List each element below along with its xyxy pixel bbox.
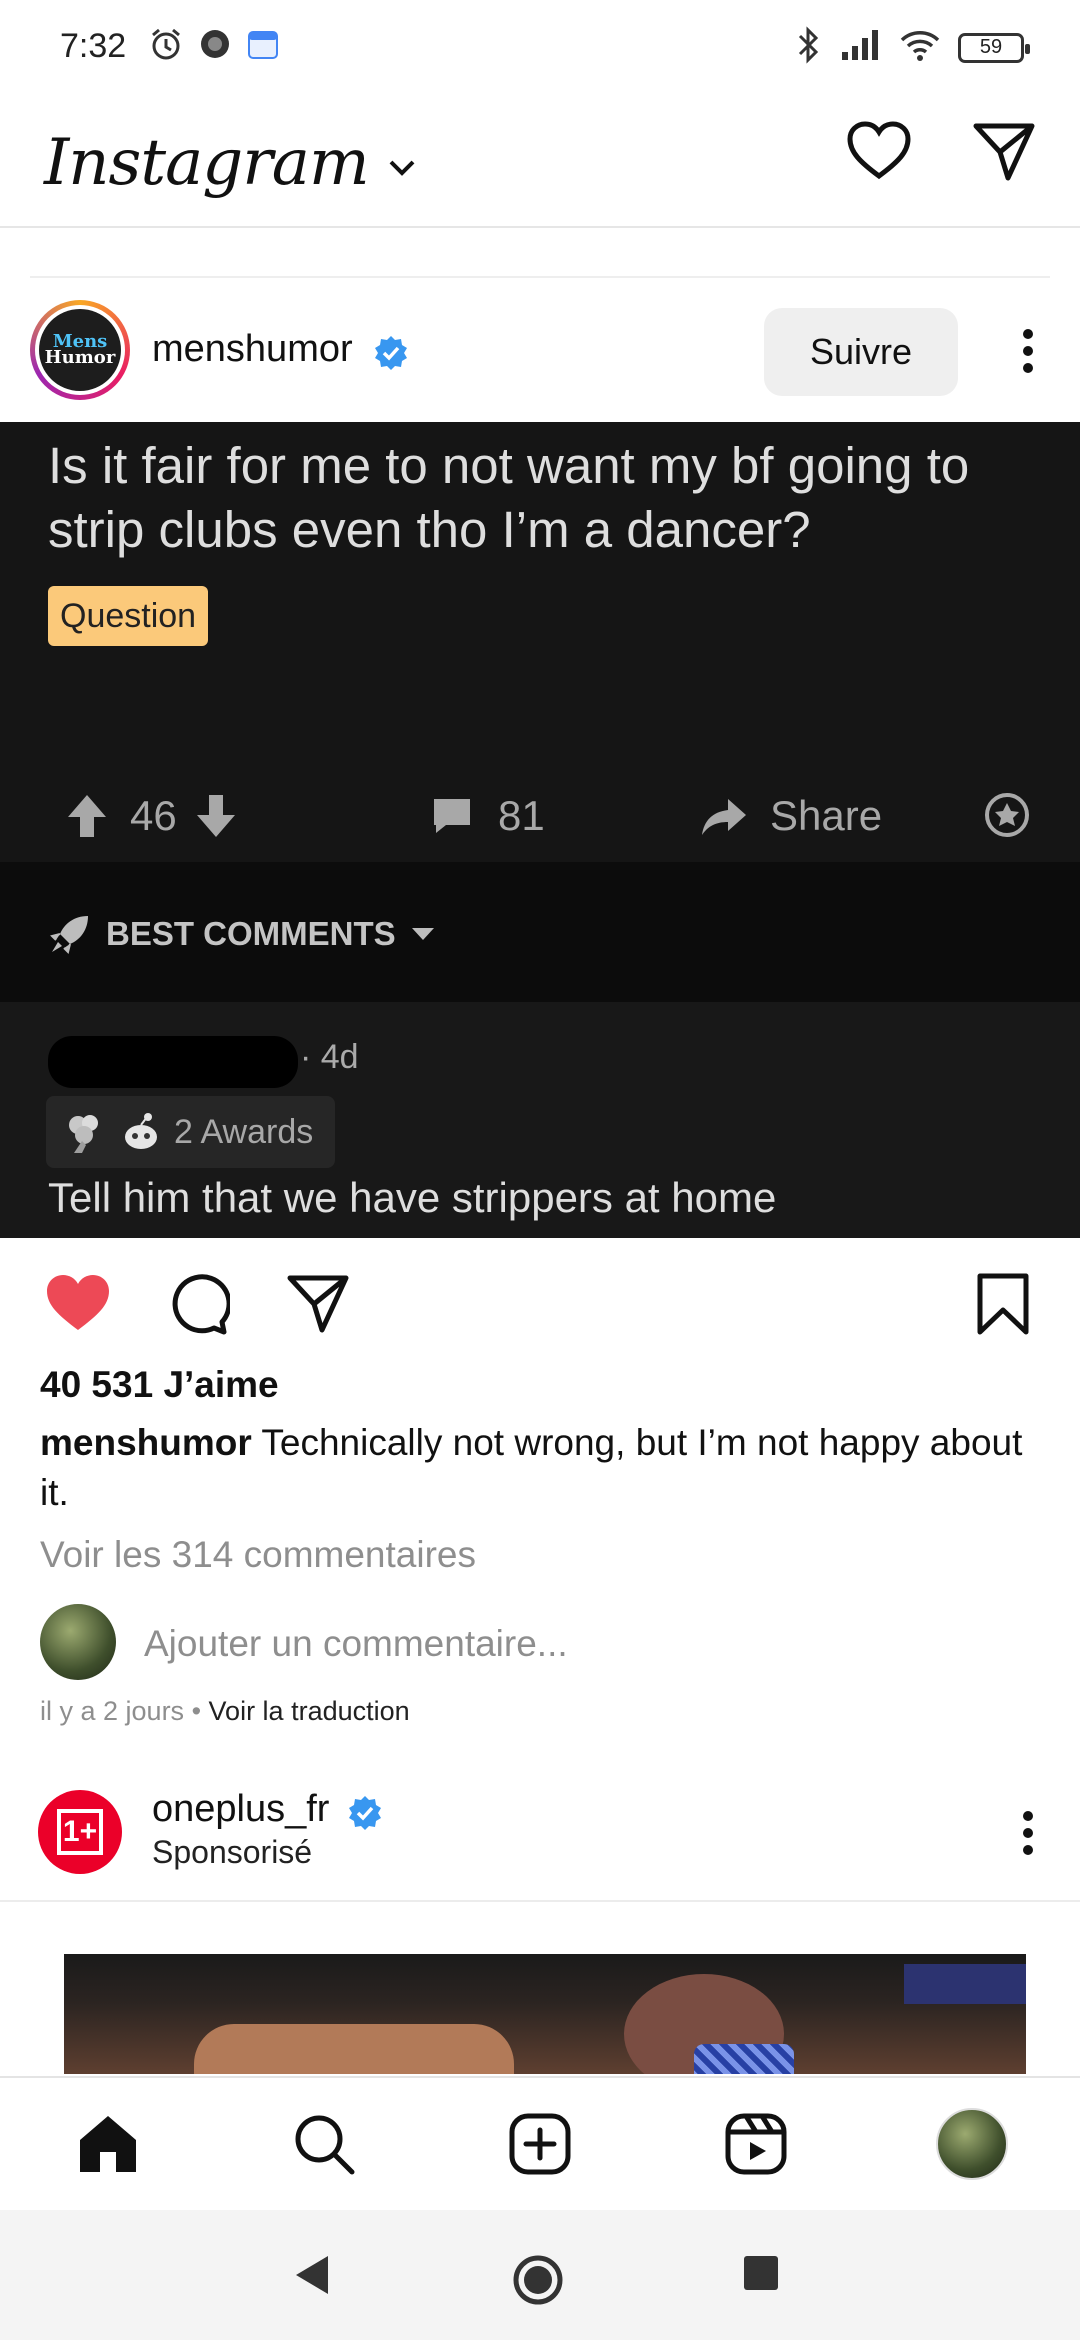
sponsored-post-header: 1+ oneplus_fr Sponsorisé xyxy=(0,1776,1080,1902)
chevron-down-icon[interactable] xyxy=(387,158,417,183)
caption-username[interactable]: menshumor xyxy=(40,1422,252,1463)
award-snoo-icon xyxy=(125,1113,157,1149)
translate-link[interactable]: Voir la traduction xyxy=(209,1696,410,1726)
system-nav xyxy=(0,2210,1080,2340)
share-icon[interactable] xyxy=(286,1272,350,1339)
meta-separator: • xyxy=(184,1696,209,1726)
post-header: Mens Humor menshumor Suivre xyxy=(0,290,1080,420)
follow-button[interactable]: Suivre xyxy=(764,308,958,396)
comment-icon[interactable] xyxy=(166,1272,232,1341)
status-indicators: 59 xyxy=(796,26,1030,69)
back-icon[interactable] xyxy=(292,2254,332,2301)
bluetooth-icon xyxy=(796,26,822,69)
avatar xyxy=(40,1604,116,1680)
downvote-icon xyxy=(196,795,235,837)
post-actions xyxy=(0,1240,1080,1360)
comment-count: 81 xyxy=(498,792,545,839)
oneplus-logo-text: 1+ xyxy=(57,1809,103,1855)
search-icon[interactable] xyxy=(292,2112,356,2181)
create-icon[interactable] xyxy=(508,2112,572,2181)
battery-icon: 59 xyxy=(958,32,1030,63)
home-icon[interactable] xyxy=(76,2112,140,2181)
comment-text: Tell him that we have strippers at home xyxy=(48,1174,777,1221)
bottom-nav xyxy=(0,2076,1080,2210)
calendar-icon xyxy=(246,27,280,66)
sponsored-label: Sponsorisé xyxy=(152,1834,313,1870)
upvote-count: 46 xyxy=(130,792,177,839)
direct-message-icon[interactable] xyxy=(972,120,1036,187)
comment-bubble-icon xyxy=(434,799,470,833)
feed-divider xyxy=(30,226,1050,278)
comments-group: 81 xyxy=(430,792,545,840)
heart-icon[interactable] xyxy=(846,120,912,187)
upvote-icon xyxy=(68,795,106,837)
signal-icon xyxy=(840,28,882,67)
app-icon xyxy=(198,27,232,66)
status-bar: 7:32 59 xyxy=(0,0,1080,92)
post-username[interactable]: menshumor xyxy=(152,328,353,371)
verified-badge-icon xyxy=(346,1794,384,1837)
awards-badge: 2 Awards xyxy=(46,1096,336,1168)
app-header: Instagram xyxy=(0,100,1080,228)
vote-group: 46 xyxy=(66,792,237,840)
post-avatar[interactable]: Mens Humor xyxy=(30,300,130,400)
like-count[interactable]: 40 531 J’aime xyxy=(40,1364,279,1406)
more-options-icon[interactable] xyxy=(1022,328,1034,379)
instagram-logo[interactable]: Instagram xyxy=(44,126,370,200)
avatar-text: Humor xyxy=(44,347,116,368)
caret-down-icon xyxy=(411,928,434,940)
question-tag: Question xyxy=(48,586,209,646)
best-comments-label: BEST COMMENTS xyxy=(106,915,396,952)
award-flower-icon xyxy=(69,1115,98,1153)
post-time: il y a 2 jours xyxy=(40,1696,185,1726)
bookmark-icon[interactable] xyxy=(976,1272,1030,1341)
post-caption: menshumor Technically not wrong, but I’m… xyxy=(40,1418,1050,1518)
share-label: Share xyxy=(770,792,883,839)
status-time: 7:32 xyxy=(60,26,127,65)
home-circle-icon[interactable] xyxy=(512,2254,564,2311)
best-comments-bar: BEST COMMENTS xyxy=(0,862,1080,1002)
oneplus-avatar[interactable]: 1+ xyxy=(38,1790,122,1874)
share-group: Share xyxy=(700,792,882,840)
view-comments-link[interactable]: Voir les 314 commentaires xyxy=(40,1534,476,1576)
rocket-icon xyxy=(50,916,88,954)
reels-icon[interactable] xyxy=(724,2112,788,2181)
question-text: Is it fair for me to not want my bf goin… xyxy=(48,437,970,558)
post-meta: il y a 2 jours • Voir la traduction xyxy=(40,1696,410,1727)
sponsored-image[interactable] xyxy=(64,1954,1026,2074)
reddit-comment: · 4d 2 Awards Tell him that we have stri… xyxy=(0,1002,1080,1238)
wifi-icon xyxy=(900,28,940,67)
award-icon xyxy=(984,792,1030,838)
more-options-icon[interactable] xyxy=(1022,1810,1034,1861)
heart-filled-icon[interactable] xyxy=(44,1272,112,1339)
share-arrow-icon xyxy=(702,799,746,835)
recents-icon[interactable] xyxy=(742,2254,780,2297)
post-image[interactable]: Is it fair for me to not want my bf goin… xyxy=(0,422,1080,1238)
verified-badge-icon xyxy=(372,334,410,377)
comment-age: · 4d xyxy=(300,1038,359,1076)
profile-avatar[interactable] xyxy=(936,2108,1008,2180)
add-comment-row xyxy=(40,1604,1040,1684)
awards-label: 2 Awards xyxy=(174,1112,314,1151)
comment-input[interactable] xyxy=(144,1614,944,1674)
redacted-username xyxy=(48,1036,298,1088)
sponsored-username[interactable]: oneplus_fr xyxy=(152,1788,329,1831)
alarm-icon xyxy=(148,26,184,67)
